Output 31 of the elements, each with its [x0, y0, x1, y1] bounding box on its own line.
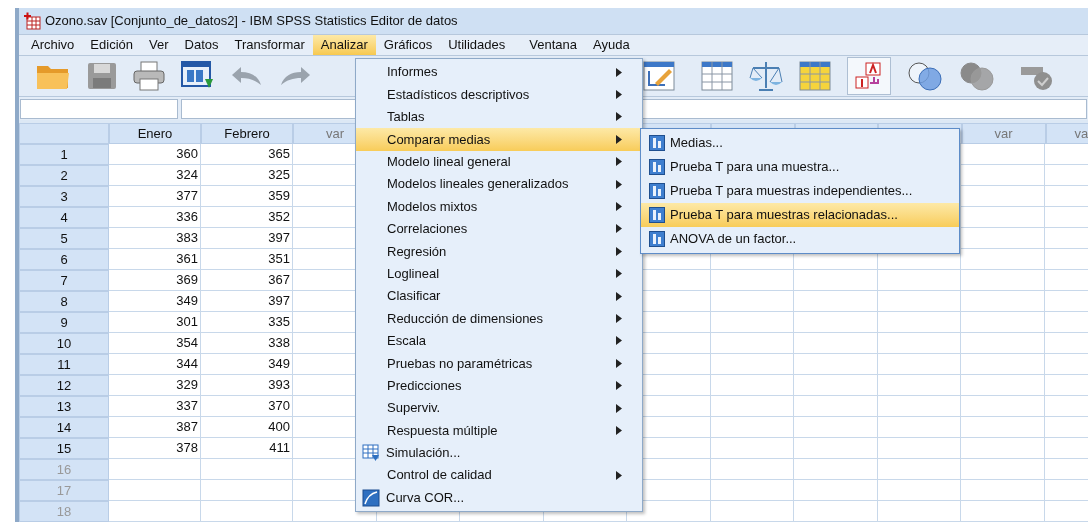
table-cell: 383: [109, 228, 201, 249]
table-cell: 367: [201, 270, 293, 291]
table-cell: 378: [109, 438, 201, 459]
table-cell: 361: [109, 249, 201, 270]
table-cell: 324: [109, 165, 201, 186]
table-cell: 397: [201, 291, 293, 312]
table-cell: 344: [109, 354, 201, 375]
table-cell: 360: [109, 144, 201, 165]
table-cell: 335: [201, 312, 293, 333]
table-cell: 336: [109, 207, 201, 228]
table-cell: 393: [201, 375, 293, 396]
table-cell: 397: [201, 228, 293, 249]
table-cell: 411: [201, 438, 293, 459]
table-cell: 337: [109, 396, 201, 417]
table-cell: 351: [201, 249, 293, 270]
table-cell: 352: [201, 207, 293, 228]
table-cell: 349: [201, 354, 293, 375]
table-cell: 349: [109, 291, 201, 312]
table-cell: 338: [201, 333, 293, 354]
table-cell: 387: [109, 417, 201, 438]
window-title: Ozono.sav [Conjunto_de_datos2] - IBM SPSS Statistics Editor de datos: [45, 12, 458, 31]
table-cell: 359: [201, 186, 293, 207]
table-cell: 354: [109, 333, 201, 354]
table-cell: 369: [109, 270, 201, 291]
table-cell: 325: [201, 165, 293, 186]
table-cell: 377: [109, 186, 201, 207]
table-cell: 329: [109, 375, 201, 396]
table-cell: 365: [201, 144, 293, 165]
table-cell: 370: [201, 396, 293, 417]
table-cell: 400: [201, 417, 293, 438]
table-cell: 301: [109, 312, 201, 333]
